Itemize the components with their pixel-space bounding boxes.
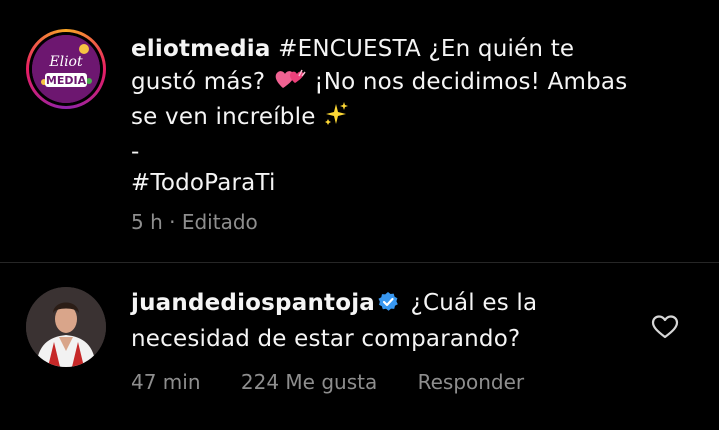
juandediospantoja-avatar[interactable] — [26, 287, 106, 367]
eliotmedia-avatar[interactable]: Eliot MEDIA — [26, 29, 106, 109]
caption-time: 5 h — [131, 210, 163, 234]
comment-likes-count[interactable]: 224 Me gusta — [241, 370, 377, 394]
eliotmedia-logo: Eliot MEDIA — [32, 35, 100, 103]
caption-hashtag[interactable]: #TodoParaTi — [131, 168, 691, 200]
logo-text-eliot: Eliot — [48, 54, 83, 70]
verified-badge-icon — [377, 290, 399, 323]
caption-text: eliotmedia #ENCUESTA ¿En quién te gustó … — [131, 34, 691, 200]
caption-line-2a: gustó más? — [131, 68, 266, 95]
caption-edited: · Editado — [169, 210, 258, 234]
two-hearts-emoji-icon — [273, 66, 307, 102]
sparkles-emoji-icon — [323, 101, 349, 137]
logo-text-media: MEDIA — [46, 74, 87, 87]
caption-line-2b: ¡No nos decidimos! Ambas — [314, 68, 628, 95]
comment-line-1: ¿Cuál es la — [410, 290, 538, 316]
caption-line-3: se ven increíble — [131, 104, 316, 130]
post-caption: Eliot MEDIA eliotmedia #ENCUESTA ¿En qui… — [0, 0, 719, 262]
comment-meta: 47 min 224 Me gusta Responder — [131, 370, 558, 394]
caption-separator: - — [131, 138, 140, 165]
comment-text: juandediospantoja ¿Cuál es la necesidad … — [131, 287, 631, 356]
divider — [0, 262, 719, 263]
reply-button[interactable]: Responder — [418, 370, 525, 394]
like-comment-button[interactable] — [651, 314, 679, 340]
heart-outline-icon — [651, 315, 679, 339]
caption-line-1: #ENCUESTA ¿En quién te — [278, 36, 575, 62]
comment-username[interactable]: juandediospantoja — [131, 290, 375, 316]
instagram-comments-screen: Eliot MEDIA eliotmedia #ENCUESTA ¿En qui… — [0, 0, 719, 430]
comment-line-2: necesidad de estar comparando? — [131, 326, 521, 352]
caption-username[interactable]: eliotmedia — [131, 36, 271, 62]
caption-meta: 5 h · Editado — [131, 210, 258, 234]
comment-time: 47 min — [131, 370, 201, 394]
